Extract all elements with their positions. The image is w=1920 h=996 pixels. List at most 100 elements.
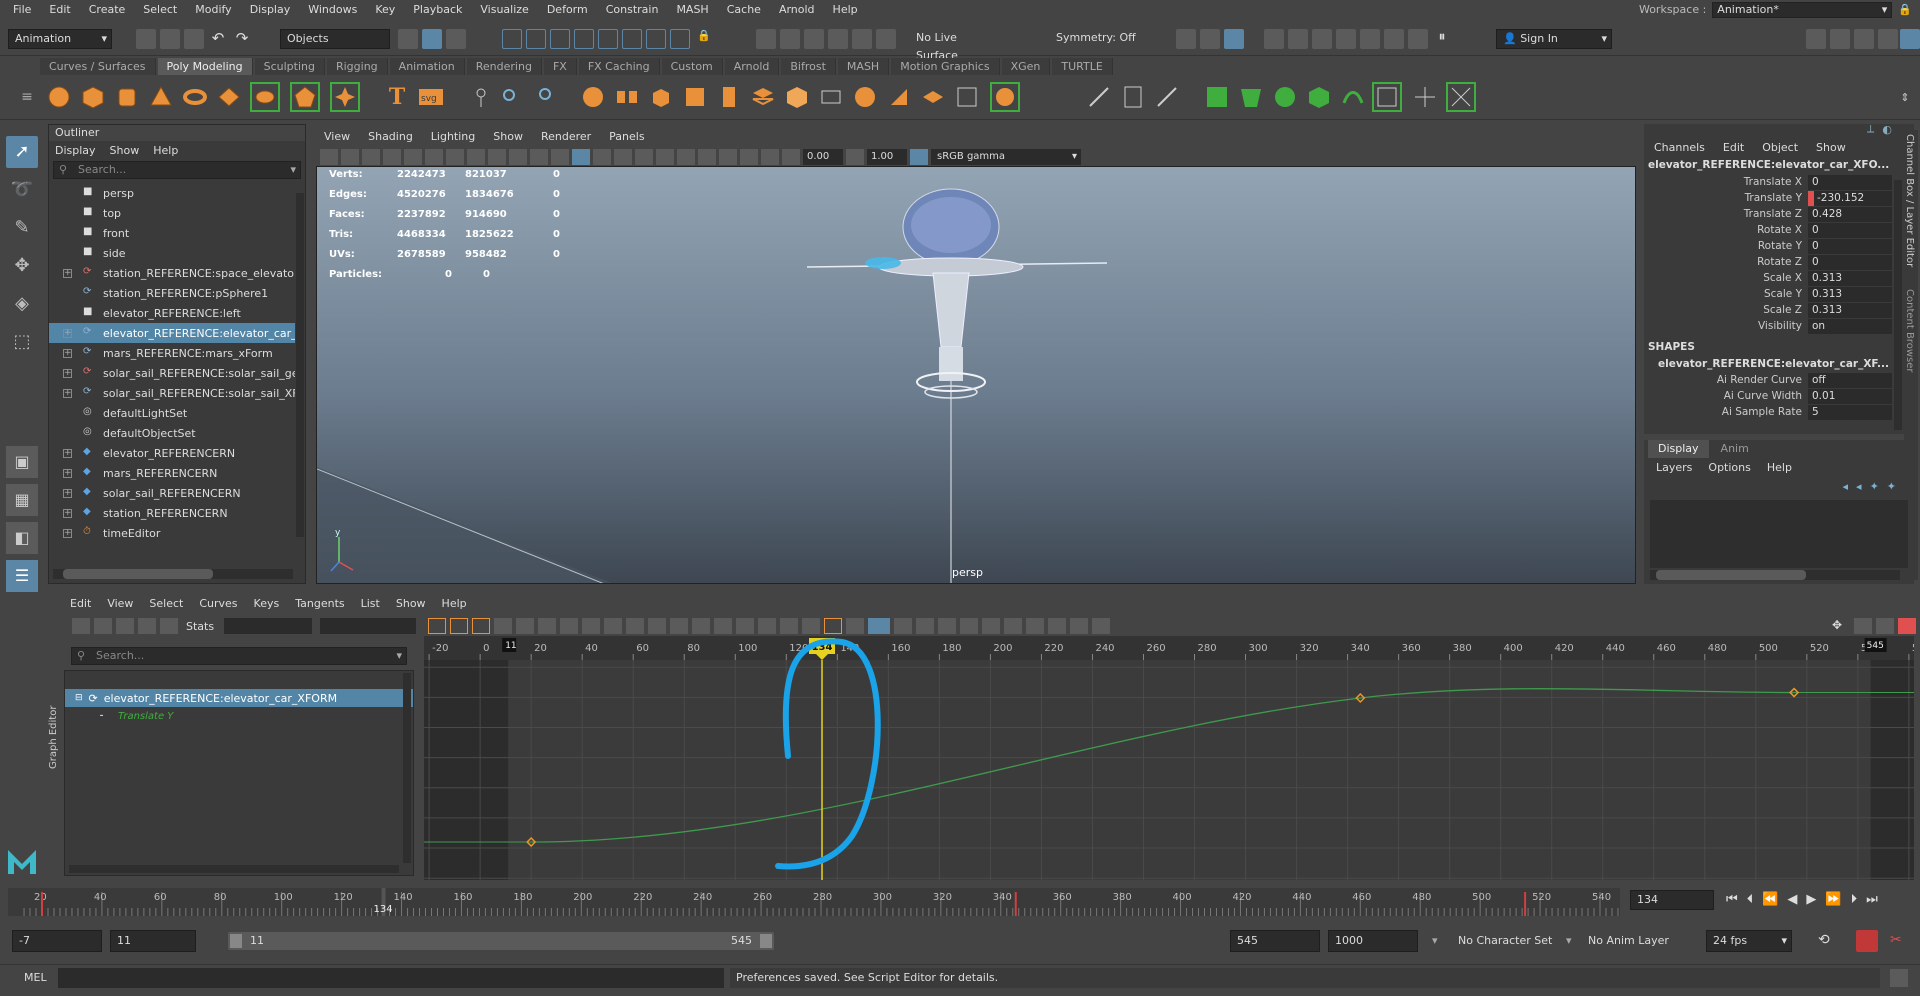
channel-box-side-tab[interactable]: Channel Box / Layer Editor — [1904, 134, 1915, 267]
graph-menu-keys[interactable]: Keys — [254, 597, 280, 610]
outliner-toggle-icon[interactable] — [1900, 29, 1920, 49]
channel-row[interactable]: Translate Z 0.428 — [1644, 206, 1914, 222]
graph-menu-list[interactable]: List — [361, 597, 380, 610]
shape-channel-value-field[interactable]: 0.01 — [1808, 388, 1892, 404]
channel-box-icon[interactable] — [1878, 29, 1898, 49]
expand-icon[interactable]: + — [63, 368, 72, 378]
curve-smooth-icon[interactable] — [1026, 618, 1044, 634]
open-scene-icon[interactable] — [160, 29, 180, 49]
lock-tangent-weight-icon[interactable] — [736, 618, 754, 634]
shelf-tab-fx[interactable]: FX — [543, 58, 577, 75]
frame-all-icon[interactable] — [428, 618, 446, 634]
step-forward-key-icon[interactable]: ⏩ — [1825, 892, 1841, 907]
shelf-tab-rigging[interactable]: Rigging — [326, 58, 388, 75]
command-input[interactable] — [58, 968, 724, 988]
time-slider-track[interactable]: 20 40 60 80 100 120 140 160 180 200 220 240 260 280 30… — [8, 888, 1620, 916]
outliner-item[interactable]: ■ persp — [49, 183, 295, 203]
shadows-icon[interactable] — [656, 149, 674, 165]
shelf-tab-curves-surfaces[interactable]: Curves / Surfaces — [40, 58, 156, 75]
resample-icon[interactable] — [1070, 618, 1088, 634]
move-layer-down-icon[interactable]: ◂ — [1856, 480, 1862, 493]
fill-hole-icon[interactable] — [918, 82, 948, 112]
anim-layer-dropdown[interactable]: No Anim Layer — [1588, 934, 1669, 947]
multi-cut-icon[interactable] — [952, 82, 982, 112]
channel-value-field[interactable]: 0.313 — [1808, 270, 1892, 286]
live-surface-field[interactable]: No Live Surface — [910, 29, 1008, 62]
plateau-tangent-icon[interactable] — [648, 618, 666, 634]
channel-row[interactable]: Scale Y 0.313 — [1644, 286, 1914, 302]
frame-selection-icon[interactable] — [450, 618, 468, 634]
snap-surface-icon[interactable] — [598, 29, 618, 49]
uv-editor-icon[interactable] — [1372, 82, 1402, 112]
menu-file[interactable]: File — [4, 0, 40, 19]
graph-outline-object-row[interactable]: ⊟ ⟳ elevator_REFERENCE:elevator_car_XFOR… — [65, 689, 413, 707]
graph-menu-help[interactable]: Help — [442, 597, 467, 610]
new-layer-icon[interactable]: ✦ — [1870, 480, 1879, 493]
frame-playback-icon[interactable] — [472, 618, 490, 634]
shelf-tab-xgen[interactable]: XGen — [1001, 58, 1051, 75]
tool-settings-icon[interactable] — [1854, 29, 1874, 49]
construction-history-icon[interactable] — [780, 29, 800, 49]
outliner-item[interactable]: ■ side — [49, 243, 295, 263]
stats-time-field[interactable] — [320, 618, 417, 634]
image-plane-icon[interactable] — [383, 149, 401, 165]
poly-cube-icon[interactable] — [78, 82, 108, 112]
viewport-menu-view[interactable]: View — [324, 130, 350, 143]
channel-value-field[interactable]: 0 — [1808, 254, 1892, 270]
channel-value-field[interactable]: -230.152 — [1808, 190, 1892, 206]
break-tangents-icon[interactable] — [670, 618, 688, 634]
command-language-label[interactable]: MEL — [24, 971, 47, 984]
target-weld-icon[interactable] — [990, 82, 1020, 112]
move-view-icon[interactable]: ✥ — [1832, 618, 1850, 634]
svg-icon[interactable]: svg — [416, 82, 446, 112]
outliner-menu-display[interactable]: Display — [55, 144, 96, 157]
linear-tangent-icon[interactable] — [582, 618, 600, 634]
expand-icon[interactable]: + — [63, 448, 72, 458]
shelf-tab-custom[interactable]: Custom — [661, 58, 723, 75]
lasso-icon[interactable] — [804, 29, 824, 49]
curve-simplify-icon[interactable] — [1048, 618, 1066, 634]
snap-view-plane-icon[interactable] — [574, 29, 594, 49]
layer-hscrollbar[interactable] — [1650, 570, 1900, 580]
menu-edit[interactable]: Edit — [40, 0, 79, 19]
menu-windows[interactable]: Windows — [299, 0, 366, 19]
shelf-tab-poly-modeling[interactable]: Poly Modeling — [157, 58, 253, 75]
bridge-icon[interactable] — [816, 82, 846, 112]
menu-select[interactable]: Select — [134, 0, 186, 19]
uv-layout-icon[interactable] — [1236, 82, 1266, 112]
lock-icon[interactable]: 🔒 — [694, 29, 714, 49]
smooth-shade-icon[interactable] — [572, 149, 590, 165]
channel-value-field[interactable]: 0.428 — [1808, 206, 1892, 222]
shelf-tab-sculpting[interactable]: Sculpting — [254, 58, 325, 75]
auto-load-icon[interactable] — [758, 618, 776, 634]
expand-icon[interactable]: + — [63, 468, 72, 478]
graph-curve-canvas[interactable]: -20 0 20 40 60 80 100 120 140 160 180 200 220 240 260 2… — [424, 636, 1914, 880]
outliner-item[interactable]: ⟳ station_REFERENCE:pSphere1 — [49, 283, 295, 303]
step-back-frame-icon[interactable]: ⏴ — [1747, 892, 1754, 907]
render-settings-icon[interactable] — [1336, 29, 1356, 49]
shape-channel-value-field[interactable]: off — [1808, 372, 1892, 388]
outliner-item[interactable]: + ⟳ solar_sail_REFERENCE:solar_sail_geor — [49, 363, 295, 383]
shelf-tab-rendering[interactable]: Rendering — [466, 58, 542, 75]
menu-constrain[interactable]: Constrain — [597, 0, 668, 19]
outliner-item[interactable]: + ◆ elevator_REFERENCERN — [49, 443, 295, 463]
flat-tangent-icon[interactable] — [604, 618, 622, 634]
move-tool-icon[interactable]: ✥ — [6, 250, 38, 282]
denormalize-icon[interactable] — [894, 618, 912, 634]
color-management-icon[interactable] — [910, 149, 928, 165]
shelf-tab-fx-caching[interactable]: FX Caching — [578, 58, 660, 75]
poly-cone-icon[interactable] — [146, 82, 176, 112]
range-end-handle[interactable] — [760, 934, 772, 948]
pause-icon[interactable]: ⏸ — [1432, 29, 1452, 49]
outliner-item[interactable]: + ⏱ timeEditor — [49, 523, 295, 543]
channel-row[interactable]: Translate Y -230.152 — [1644, 190, 1914, 206]
outliner-item[interactable]: + ⟳ elevator_REFERENCE:elevator_car_XFO — [49, 323, 295, 343]
uv-unfold-icon[interactable] — [1202, 82, 1232, 112]
shape-channel-row[interactable]: Ai Sample Rate 5 — [1644, 404, 1914, 420]
lasso-tool-icon[interactable]: ➰ — [6, 174, 38, 206]
uv-sew-icon[interactable] — [1410, 82, 1440, 112]
resolution-gate-icon[interactable] — [446, 149, 464, 165]
safe-action-icon[interactable] — [509, 149, 527, 165]
center-current-time-icon[interactable] — [494, 618, 512, 634]
menu-visualize[interactable]: Visualize — [471, 0, 537, 19]
